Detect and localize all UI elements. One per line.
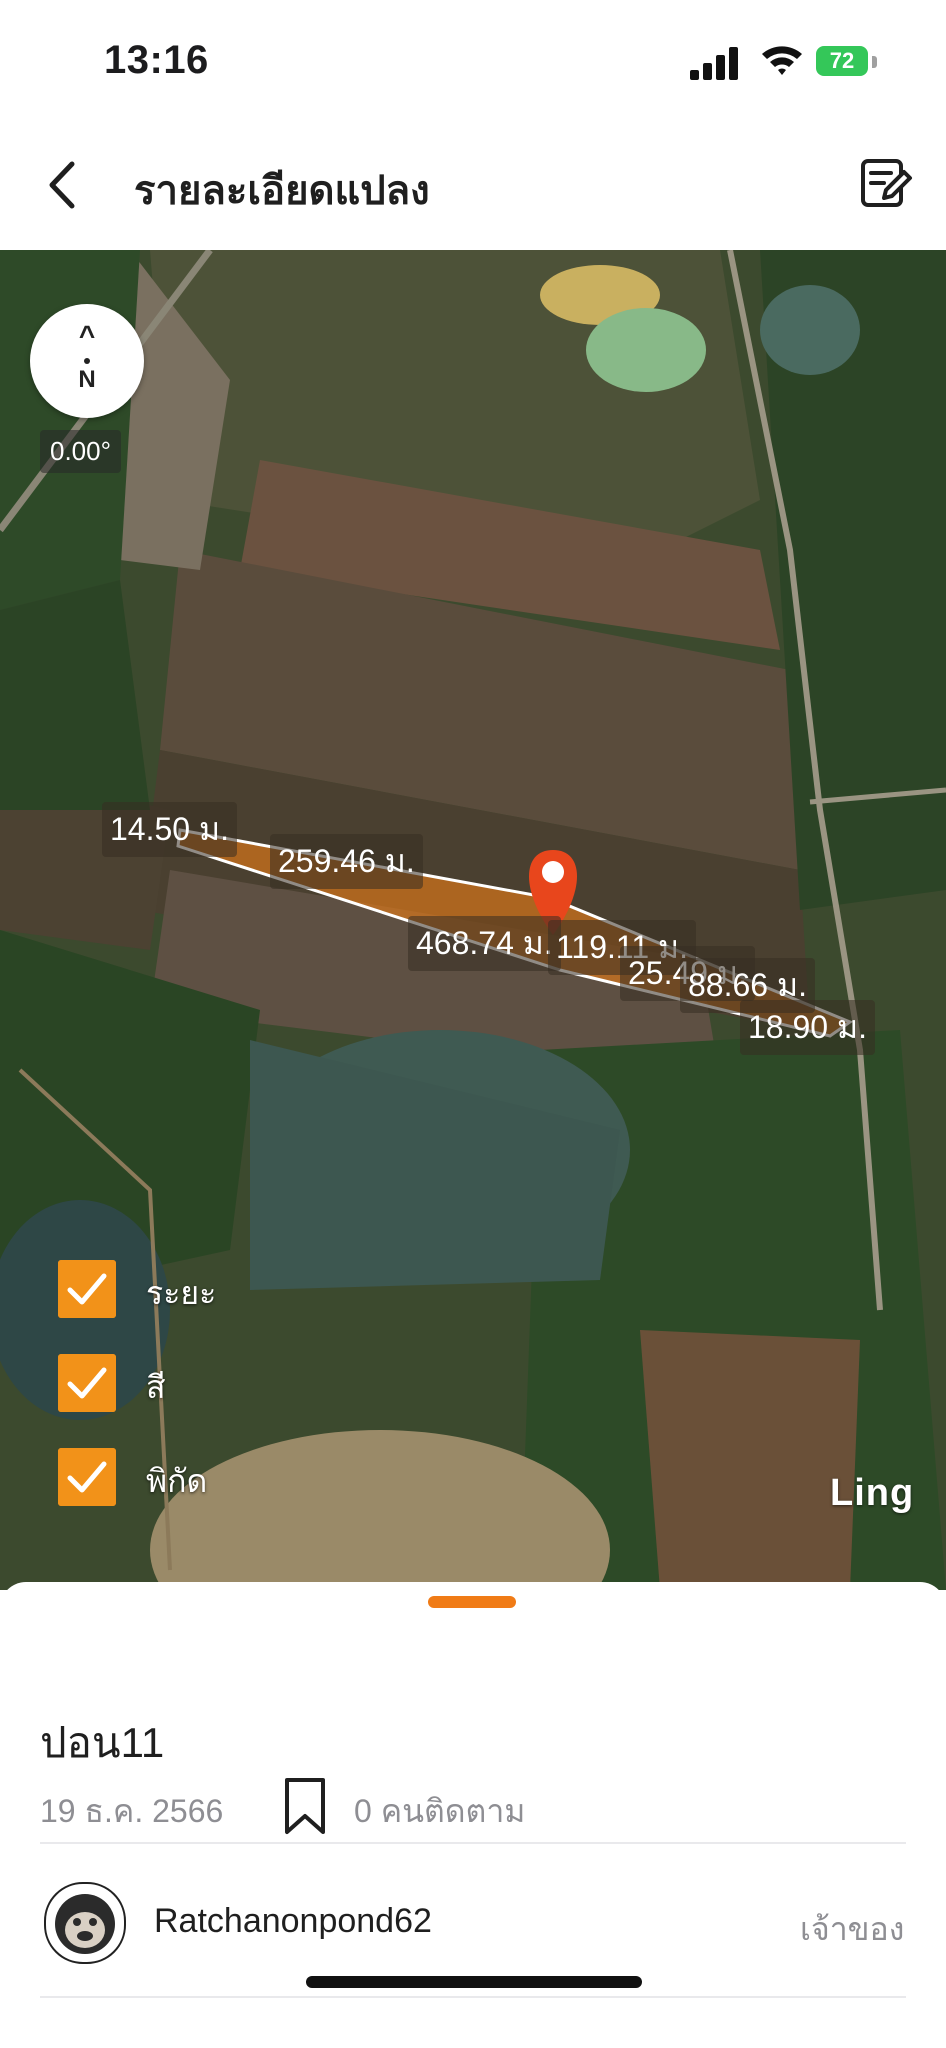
compass-center-dot <box>84 358 90 364</box>
checkbox-checked-icon[interactable] <box>58 1448 116 1506</box>
distance-label: 18.90 ม. <box>740 1000 875 1055</box>
distance-label: 468.74 ม. <box>408 916 561 971</box>
heading-readout: 0.00° <box>40 430 122 473</box>
divider <box>40 1842 906 1844</box>
divider <box>40 1996 906 1998</box>
north-arrow-icon: ^ <box>78 320 96 351</box>
signal-icon <box>690 46 740 80</box>
plot-date: 19 ธ.ค. 2566 <box>40 1793 224 1829</box>
drag-handle[interactable] <box>428 1596 516 1608</box>
map-credit: Ling <box>830 1472 915 1514</box>
checkbox-checked-icon[interactable] <box>58 1260 116 1318</box>
back-button[interactable] <box>36 154 92 216</box>
owner-name[interactable]: Ratchanonpond62 <box>154 1902 432 1941</box>
battery-nub <box>872 56 877 68</box>
battery-icon: 72 <box>816 46 868 76</box>
compass-button[interactable]: ^ N <box>30 304 144 418</box>
bookmark-button[interactable] <box>282 1776 328 1836</box>
status-time: 13:16 <box>104 38 209 82</box>
header: รายละเอียดแปลง <box>0 120 946 250</box>
gorilla-avatar-icon <box>55 1894 115 1954</box>
layer-label: พิกัด <box>146 1463 208 1499</box>
plot-name: ปอน11 <box>40 1719 165 1766</box>
layer-label: สี <box>146 1369 166 1405</box>
home-indicator[interactable] <box>306 1976 642 1988</box>
compass-label: N <box>78 366 96 393</box>
battery-level: 72 <box>829 48 855 73</box>
wifi-icon <box>762 46 802 75</box>
distance-label: 14.50 ม. <box>102 802 237 857</box>
edit-note-button[interactable] <box>858 156 914 212</box>
distance-label: 259.46 ม. <box>270 834 423 889</box>
owner-role-badge: เจ้าของ <box>800 1911 905 1947</box>
layer-label: ระยะ <box>146 1275 217 1311</box>
owner-avatar[interactable] <box>44 1882 126 1964</box>
satellite-map[interactable]: ^ N 0.00° 14.50 ม. 259.46 ม. 468.74 ม. 1… <box>0 250 946 1590</box>
page-title: รายละเอียดแปลง <box>134 169 430 213</box>
follower-count: 0 คนติดตาม <box>354 1793 526 1829</box>
checkbox-checked-icon[interactable] <box>58 1354 116 1412</box>
status-bar: 13:16 72 <box>0 0 946 120</box>
